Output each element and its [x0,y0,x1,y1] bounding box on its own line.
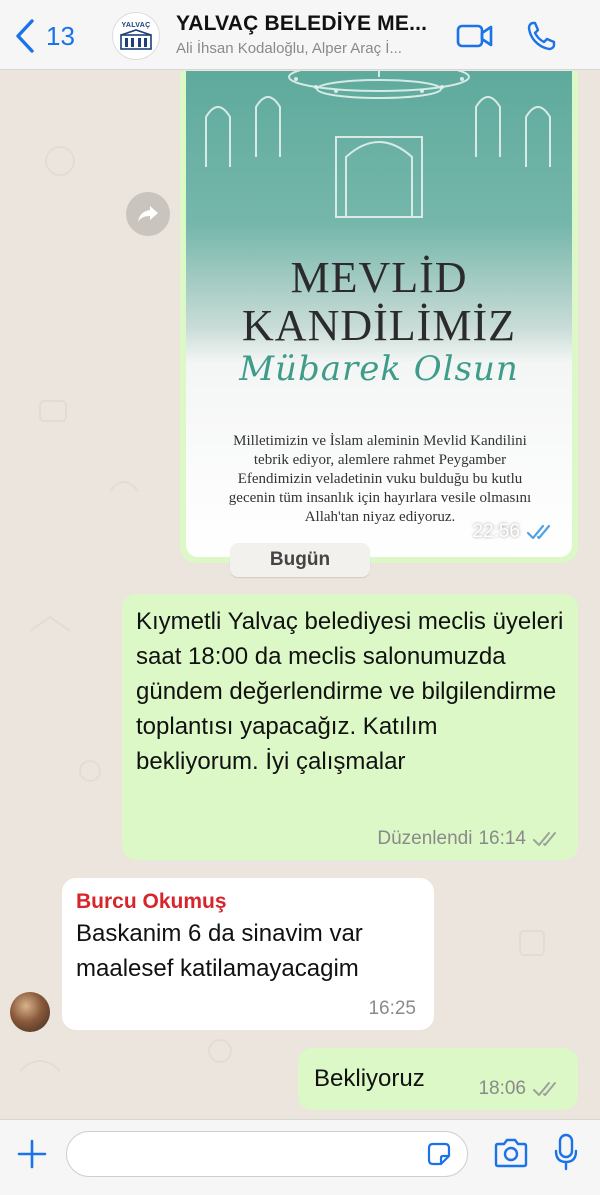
municipality-logo-icon [120,28,152,50]
message-time: 18:06 [478,1078,526,1099]
date-separator: Bugün [230,543,370,577]
forward-arrow-icon [138,206,158,222]
message-time: 16:25 [368,998,416,1019]
message-meta: Düzenlendi 16:14 [377,828,560,850]
sticker-icon[interactable] [425,1140,453,1168]
image-message-meta: 22:56 [472,521,556,543]
message-time: 16:14 [478,828,526,849]
mevlid-poster-image[interactable]: MEVLİD KANDİLİMİZ Mübarek Olsun Milletim… [186,71,572,557]
microphone-icon[interactable] [554,1133,578,1171]
chat-header: 13 YALVAÇ YALVAÇ BELEDİYE ME... Ali İhsa… [0,0,600,70]
chat-title: YALVAÇ BELEDİYE ME... [176,12,428,35]
message-time: 22:56 [472,521,520,542]
poster-title-line1: MEVLİD [290,253,468,302]
outgoing-message[interactable]: Kıymetli Yalvaç belediyesi meclis üyeler… [122,594,578,860]
back-chevron-icon [16,19,34,53]
message-text: Kıymetli Yalvaç belediyesi meclis üyeler… [136,608,564,775]
unread-count: 13 [46,20,75,51]
message-list[interactable]: MEVLİD KANDİLİMİZ Mübarek Olsun Milletim… [0,71,600,1119]
camera-icon[interactable] [493,1137,529,1169]
avatar-logo-text: YALVAÇ [121,21,151,29]
composer-bar [0,1119,600,1195]
message-text: Baskanim 6 da sinavim var maalesef katil… [76,920,363,982]
incoming-message[interactable]: Burcu Okumuş Baskanim 6 da sinavim var m… [62,878,434,1030]
plus-icon[interactable] [16,1138,48,1170]
chat-participants: Ali İhsan Kodaloğlu, Alper Araç İ... [176,40,402,57]
sender-name[interactable]: Burcu Okumuş [76,888,420,916]
chat-info[interactable]: YALVAÇ BELEDİYE ME... Ali İhsan Kodaloğl… [176,12,436,57]
outgoing-message[interactable]: Bekliyoruz 18:06 [298,1048,578,1110]
delivered-ticks-icon [533,832,556,846]
message-meta: 18:06 [478,1078,560,1100]
message-input[interactable] [66,1131,468,1177]
video-call-icon[interactable] [456,22,494,50]
phone-call-icon[interactable] [526,20,556,52]
sender-avatar[interactable] [10,992,50,1032]
mosque-interior-illustration [205,71,551,218]
poster-script-text: Mübarek Olsun [239,349,519,389]
back-button[interactable]: 13 [14,16,75,56]
read-ticks-icon [526,524,551,540]
delivered-ticks-icon [533,1082,556,1096]
forward-button[interactable] [126,192,170,236]
poster-body-text: Milletimizin ve İslam aleminin Mevlid Ka… [228,433,532,525]
message-meta: 16:25 [368,998,416,1020]
group-avatar[interactable]: YALVAÇ [112,12,160,60]
poster-title-line2: KANDİLİMİZ [242,301,516,350]
edited-label: Düzenlendi [377,828,473,849]
image-message[interactable]: MEVLİD KANDİLİMİZ Mübarek Olsun Milletim… [180,71,578,563]
